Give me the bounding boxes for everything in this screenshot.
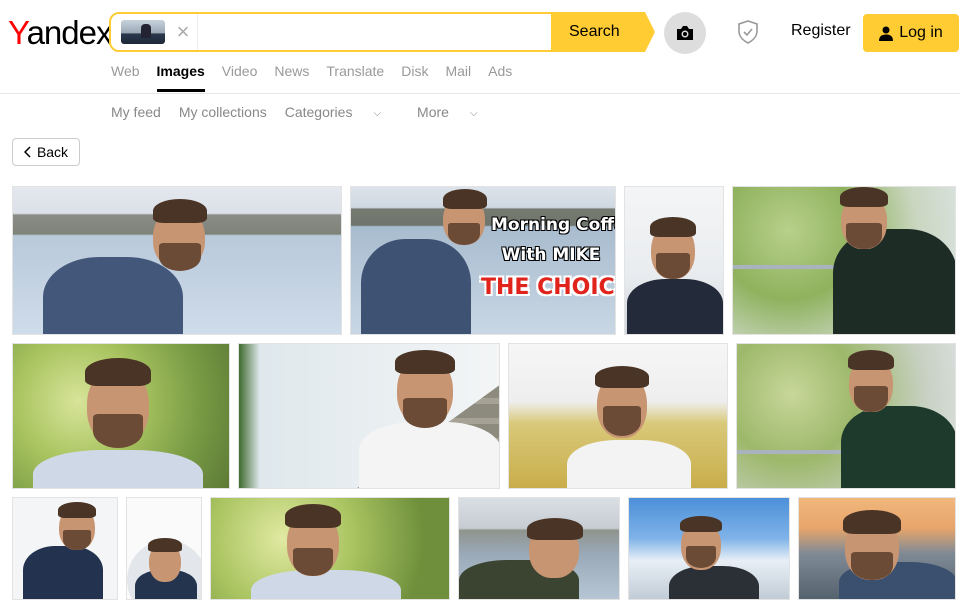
more-label: More: [417, 104, 449, 120]
image-result[interactable]: [12, 343, 230, 489]
chevron-left-icon: [23, 146, 31, 158]
image-result[interactable]: [736, 343, 956, 489]
login-label: Log in: [899, 24, 943, 41]
tab-news[interactable]: News: [274, 62, 309, 92]
tab-video[interactable]: Video: [222, 62, 258, 92]
tab-images[interactable]: Images: [156, 62, 205, 92]
back-label: Back: [36, 144, 69, 160]
overlay-line-1: Morning Coffee: [491, 215, 615, 235]
my-feed-link[interactable]: My feed: [111, 104, 161, 120]
categories-dropdown[interactable]: Categories ⌵: [285, 104, 399, 120]
image-result[interactable]: [210, 497, 450, 600]
overlay-line-3: THE CHOICE: [481, 275, 616, 300]
tab-web[interactable]: Web: [111, 62, 140, 92]
image-result[interactable]: [126, 497, 202, 600]
images-subnav: My feed My collections Categories ⌵ More ⌵: [111, 104, 514, 120]
tab-translate[interactable]: Translate: [326, 62, 384, 92]
my-collections-link[interactable]: My collections: [179, 104, 267, 120]
image-result[interactable]: [798, 497, 956, 600]
image-result[interactable]: [12, 186, 342, 335]
chevron-down-icon: ⌵: [469, 108, 478, 119]
image-result[interactable]: [624, 186, 724, 335]
tab-disk[interactable]: Disk: [401, 62, 428, 92]
clear-icon[interactable]: ×: [169, 14, 197, 50]
image-result[interactable]: Morning Coffee With MIKE THE CHOICE: [350, 186, 616, 335]
categories-label: Categories: [284, 104, 353, 120]
search-image-thumbnail[interactable]: [121, 20, 165, 44]
search-button[interactable]: Search: [551, 12, 655, 52]
logo-first-letter: Y: [8, 14, 28, 51]
image-result[interactable]: [458, 497, 620, 600]
camera-search-icon[interactable]: [664, 12, 706, 54]
overlay-line-2: With MIKE: [501, 245, 601, 265]
logo-rest: andex: [26, 14, 113, 51]
login-button[interactable]: Log in: [863, 14, 959, 52]
image-result[interactable]: [508, 343, 728, 489]
tab-ads[interactable]: Ads: [488, 62, 512, 92]
chevron-down-icon: ⌵: [373, 108, 382, 119]
image-result[interactable]: [12, 497, 118, 600]
user-icon: [879, 26, 894, 41]
more-dropdown[interactable]: More ⌵: [417, 104, 496, 120]
yandex-logo[interactable]: Yandex: [8, 13, 113, 53]
register-link[interactable]: Register: [791, 22, 851, 40]
back-button[interactable]: Back: [12, 138, 80, 166]
services-nav: Web Images Video News Translate Disk Mai…: [111, 62, 529, 92]
image-result[interactable]: [238, 343, 500, 489]
image-result[interactable]: [628, 497, 790, 600]
shield-icon[interactable]: [734, 18, 762, 46]
image-result[interactable]: [732, 186, 956, 335]
tab-mail[interactable]: Mail: [445, 62, 471, 92]
header-divider: [0, 93, 960, 94]
